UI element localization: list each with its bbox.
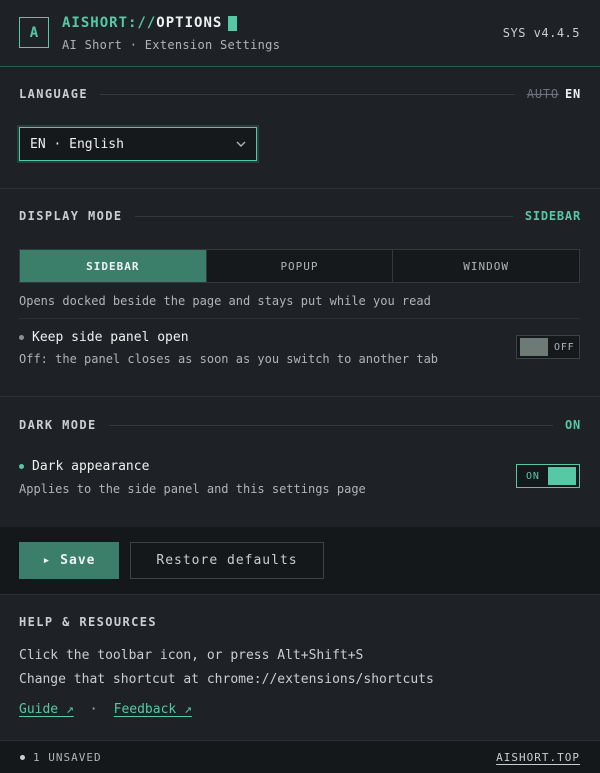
actions-bar: ▸ Save Restore defaults (0, 527, 600, 595)
app-logo: A (19, 17, 49, 48)
help-line-1: Click the toolbar icon, or press Alt+Shi… (19, 648, 364, 663)
status-new: EN (564, 87, 581, 101)
keep-open-title: Keep side panel open (19, 330, 189, 345)
footer: 1 UNSAVED AISHORT.TOP (0, 740, 600, 773)
version-label: SYS v4.4.5 (502, 26, 580, 40)
toggle-label: ON (526, 470, 540, 482)
app-title: AISHORT://OPTIONS (62, 15, 238, 31)
option-label: Keep side panel open (32, 330, 189, 345)
keep-open-note: Off: the panel closes as soon as you swi… (19, 352, 439, 366)
header: A AISHORT://OPTIONS AI Short · Extension… (0, 0, 600, 67)
guide-link[interactable]: Guide ↗ (19, 702, 74, 717)
display-mode-tabs: SIDEBAR POPUP WINDOW (19, 249, 580, 283)
divider (134, 215, 513, 217)
language-section: LANGUAGE AUTO EN EN · English (0, 67, 600, 189)
section-title: DISPLAY MODE (19, 209, 123, 223)
section-title: HELP & RESOURCES (19, 615, 157, 629)
tab-popup[interactable]: POPUP (207, 250, 394, 282)
site-link[interactable]: AISHORT.TOP (496, 751, 580, 764)
help-section: HELP & RESOURCES Click the toolbar icon,… (0, 595, 600, 740)
display-mode-status: SIDEBAR (524, 209, 581, 223)
dark-mode-section: DARK MODE ON Dark appearance Applies to … (0, 397, 600, 527)
status-dot-icon (19, 464, 24, 469)
help-links: Guide ↗ · Feedback ↗ (19, 702, 192, 717)
unsaved-count: 1 UNSAVED (33, 750, 102, 764)
divider (19, 318, 580, 319)
keep-open-toggle[interactable]: OFF (516, 335, 580, 359)
divider (108, 424, 553, 426)
display-mode-description: Opens docked beside the page and stays p… (19, 294, 431, 308)
tab-window[interactable]: WINDOW (393, 250, 579, 282)
dark-mode-status: ON (564, 418, 581, 432)
dark-mode-toggle[interactable]: ON (516, 464, 580, 488)
dark-appearance-note: Applies to the side panel and this setti… (19, 482, 366, 496)
section-title: LANGUAGE (19, 87, 88, 101)
language-select-value: EN · English (30, 136, 124, 152)
dark-appearance-title: Dark appearance (19, 459, 149, 474)
toggle-knob (548, 467, 576, 485)
section-title: DARK MODE (19, 418, 97, 432)
language-select[interactable]: EN · English (19, 127, 257, 161)
language-header: LANGUAGE AUTO EN (0, 87, 600, 101)
toggle-knob (520, 338, 548, 356)
tab-sidebar[interactable]: SIDEBAR (20, 250, 207, 282)
help-line-2: Change that shortcut at chrome://extensi… (19, 672, 434, 687)
language-status: AUTO EN (527, 87, 581, 101)
status-dot-icon (19, 335, 24, 340)
help-header: HELP & RESOURCES (0, 615, 176, 629)
feedback-link[interactable]: Feedback ↗ (114, 702, 192, 717)
status-old: AUTO (526, 87, 559, 101)
brand-suffix: OPTIONS (156, 15, 223, 31)
display-mode-section: DISPLAY MODE SIDEBAR SIDEBAR POPUP WINDO… (0, 189, 600, 397)
status-dot-icon (20, 754, 25, 760)
app-subtitle: AI Short · Extension Settings (62, 38, 281, 52)
unsaved-status: 1 UNSAVED (20, 751, 102, 764)
display-mode-header: DISPLAY MODE SIDEBAR (0, 209, 600, 223)
option-label: Dark appearance (32, 459, 150, 474)
brand-prefix: AISHORT:// (62, 15, 157, 31)
cursor-block-icon (228, 15, 238, 31)
link-separator: · (89, 702, 98, 717)
divider (100, 93, 515, 95)
chevron-down-icon (236, 141, 246, 147)
restore-defaults-button[interactable]: Restore defaults (130, 542, 324, 579)
toggle-label: OFF (554, 341, 575, 353)
dark-mode-header: DARK MODE ON (0, 418, 600, 432)
save-button[interactable]: ▸ Save (19, 542, 119, 579)
